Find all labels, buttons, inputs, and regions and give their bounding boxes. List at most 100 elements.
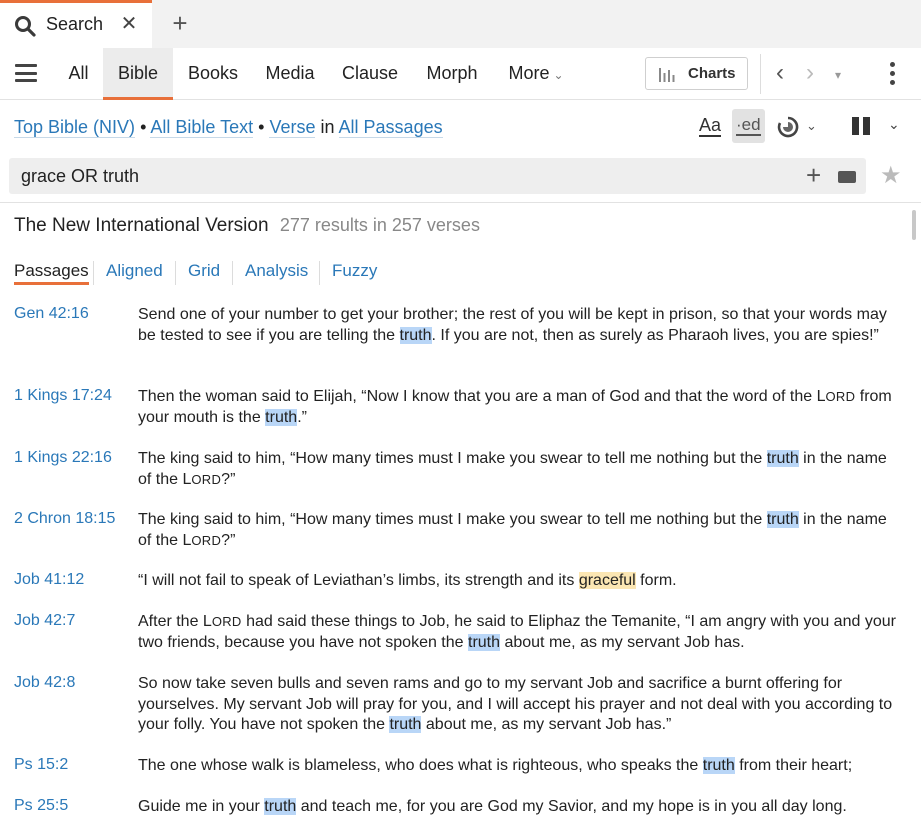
tab-passages[interactable]: Passages xyxy=(14,261,89,285)
verse-reference[interactable]: Job 42:8 xyxy=(14,674,75,692)
small-caps-text: ORD xyxy=(191,532,222,548)
search-hit: truth xyxy=(468,633,501,651)
back-arrow-icon[interactable]: ‹ xyxy=(776,61,784,85)
verse-text-segment: about me, as my servant Job has. xyxy=(500,633,745,651)
chevron-down-icon: ⌄ xyxy=(553,68,564,82)
verse-text: Then the woman said to Elijah, “Now I kn… xyxy=(138,387,898,428)
verse-text-segment: After the L xyxy=(138,613,212,630)
verse-text-segment: from their heart; xyxy=(734,757,853,774)
verse-text-segment: “I will not fail to speak of Leviathan’s… xyxy=(138,572,579,589)
search-box: + xyxy=(9,158,866,194)
tab-title: Search xyxy=(46,14,104,34)
keyboard-icon[interactable] xyxy=(838,171,856,183)
scope-separator: • xyxy=(258,117,265,137)
scrollbar[interactable] xyxy=(912,210,916,240)
tab-divider xyxy=(319,261,320,285)
nav-tab-morph[interactable]: Morph xyxy=(418,48,486,100)
verse-reference[interactable]: Job 42:7 xyxy=(14,612,75,630)
verse-text: “I will not fail to speak of Leviathan’s… xyxy=(138,571,898,592)
search-hit: truth xyxy=(702,757,735,774)
verse-text: The king said to him, “How many times mu… xyxy=(138,510,898,551)
search-input[interactable] xyxy=(21,163,781,189)
verse-text-segment: . If you are not, then as surely as Phar… xyxy=(431,326,879,344)
tab-divider xyxy=(175,261,176,285)
search-icon xyxy=(15,16,36,37)
tab-strip: Search ✕ + xyxy=(0,0,921,48)
verse-text: The king said to him, “How many times mu… xyxy=(138,449,898,490)
plus-icon[interactable]: + xyxy=(168,10,192,36)
search-hit: truth xyxy=(399,326,432,344)
verse-text: After the LORD had said these things to … xyxy=(138,612,898,653)
forward-arrow-icon[interactable]: › xyxy=(806,61,814,85)
search-hit: truth xyxy=(766,511,799,528)
history-dropdown-icon[interactable]: ▾ xyxy=(835,63,841,87)
nav-tab-more-label: More xyxy=(508,63,550,83)
verse-reference[interactable]: Gen 42:16 xyxy=(14,305,89,323)
tab-fuzzy[interactable]: Fuzzy xyxy=(332,261,377,281)
verse-reference[interactable]: Job 41:12 xyxy=(14,571,84,589)
scope-separator: • xyxy=(140,117,147,137)
toolbar-divider xyxy=(760,54,761,94)
verse-text-segment: ?” xyxy=(221,531,236,549)
bar-chart-icon xyxy=(659,68,675,82)
range-selector[interactable]: All Passages xyxy=(338,117,443,138)
verse-text-segment: form. xyxy=(635,572,677,589)
verse-text-segment: The one whose walk is blameless, who doe… xyxy=(138,757,703,774)
nav-tab-books[interactable]: Books xyxy=(180,48,246,100)
menu-icon[interactable] xyxy=(15,64,37,82)
match-forms-button[interactable]: ·ed xyxy=(732,109,765,143)
verse-reference[interactable]: Ps 15:2 xyxy=(14,756,68,774)
verse-text: Guide me in your truth and teach me, for… xyxy=(138,797,898,818)
match-forms-icon: ·ed xyxy=(736,115,761,136)
search-hit: truth xyxy=(389,716,422,733)
tab-divider xyxy=(93,261,94,285)
unit-selector[interactable]: Verse xyxy=(269,117,316,138)
nav-tab-clause[interactable]: Clause xyxy=(336,48,404,100)
small-caps-text: ORD xyxy=(825,389,856,404)
tab-analysis[interactable]: Analysis xyxy=(245,261,308,281)
tab-search[interactable]: Search ✕ xyxy=(0,0,152,48)
verse-reference[interactable]: 1 Kings 22:16 xyxy=(14,449,112,467)
charts-label: Charts xyxy=(688,65,736,82)
results-header: The New International Version 277 result… xyxy=(14,215,480,237)
chevron-down-icon[interactable]: ⌄ xyxy=(888,116,900,133)
nav-tab-bible[interactable]: Bible xyxy=(103,48,173,100)
verse-text-segment: about me, as my servant Job has.” xyxy=(421,716,672,733)
verse-text-segment: ?” xyxy=(221,470,236,488)
nav-tab-media[interactable]: Media xyxy=(257,48,323,100)
scope-in-label: in xyxy=(320,117,335,137)
toolbar: All Bible Books Media Clause Morph More ⌄… xyxy=(0,48,921,100)
close-icon[interactable]: ✕ xyxy=(119,14,139,34)
charts-button[interactable]: Charts xyxy=(645,57,748,90)
text-size-icon[interactable]: Aa xyxy=(699,115,722,137)
add-icon[interactable]: + xyxy=(806,161,821,189)
search-scope: Top Bible (NIV) • All Bible Text • Verse… xyxy=(14,117,443,138)
search-hit: truth xyxy=(766,450,799,467)
results-count: 277 results in 257 verses xyxy=(279,215,480,235)
verse-text-segment: The king said to him, “How many times mu… xyxy=(138,450,767,467)
verse-text-segment: The king said to him, “How many times mu… xyxy=(138,511,767,528)
nav-tab-more[interactable]: More ⌄ xyxy=(500,48,572,100)
verse-text: So now take seven bulls and seven rams a… xyxy=(138,674,898,736)
small-caps-text: ORD xyxy=(211,614,242,629)
verse-reference[interactable]: Ps 25:5 xyxy=(14,797,68,815)
panel-layout-icon[interactable] xyxy=(852,117,870,135)
verse-text-segment: and teach me, for you are God my Savior,… xyxy=(296,798,847,815)
star-icon[interactable]: ★ xyxy=(880,162,902,190)
results-title: The New International Version xyxy=(14,215,269,236)
bible-selector[interactable]: Top Bible (NIV) xyxy=(14,117,136,138)
verse-text-segment: Then the woman said to Elijah, “Now I kn… xyxy=(138,388,826,405)
tab-grid[interactable]: Grid xyxy=(188,261,220,281)
chevron-down-icon[interactable]: ⌄ xyxy=(806,118,817,134)
more-options-icon[interactable] xyxy=(890,62,896,86)
tab-divider xyxy=(232,261,233,285)
nav-tab-all[interactable]: All xyxy=(56,48,101,100)
tab-aligned[interactable]: Aligned xyxy=(106,261,163,281)
divider xyxy=(0,202,921,203)
search-hit: truth xyxy=(264,798,297,815)
verse-reference[interactable]: 2 Chron 18:15 xyxy=(14,510,115,528)
visual-filter-icon[interactable] xyxy=(777,116,799,138)
verse-reference[interactable]: 1 Kings 17:24 xyxy=(14,387,112,405)
verse-text-segment: Guide me in your xyxy=(138,798,265,815)
text-selector[interactable]: All Bible Text xyxy=(150,117,254,138)
